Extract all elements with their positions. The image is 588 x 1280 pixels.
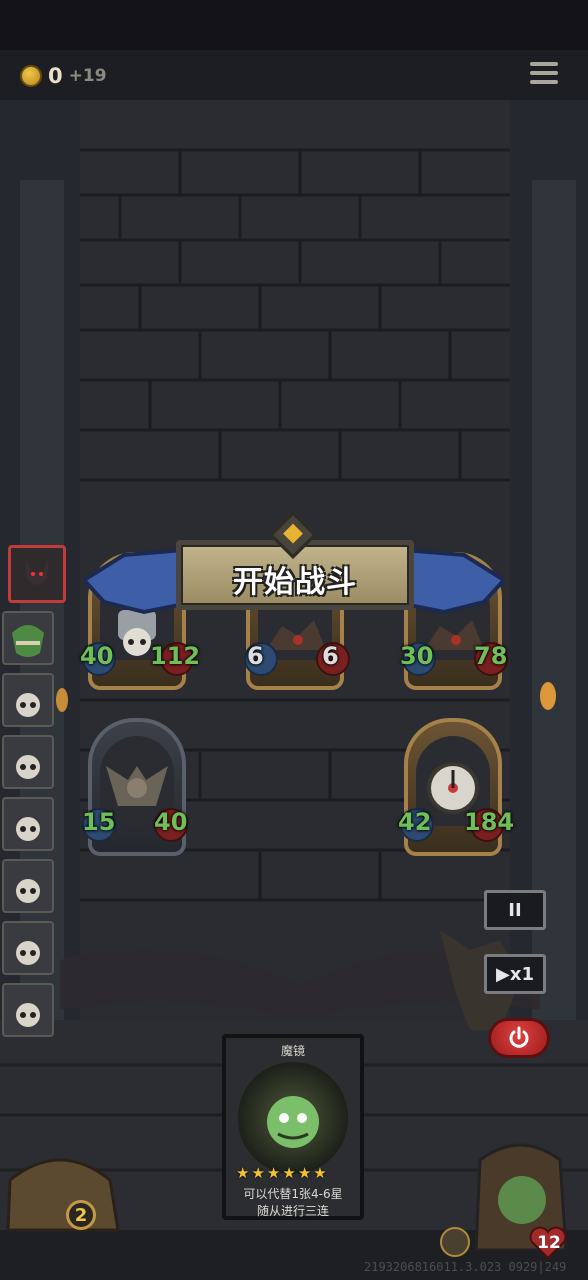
star-icon: ★ <box>313 1164 327 1182</box>
enemy-4-health: 40 <box>154 808 188 836</box>
enemy-2-health: 6 <box>322 642 339 670</box>
enemy-1-attack: 40 <box>80 642 114 670</box>
queue-portrait-skull-4 <box>2 859 54 913</box>
queue-portrait-skull-3 <box>2 797 54 851</box>
card-stars: ★ ★ ★ ★ ★ ★ <box>236 1164 327 1182</box>
enemy-5-attack: 42 <box>398 808 432 836</box>
queue-portrait-goblin <box>2 611 54 665</box>
star-icon: ★ <box>236 1164 250 1182</box>
star-icon: ★ <box>251 1164 265 1182</box>
enemy-1-health: 112 <box>150 642 201 670</box>
start-battle-title: 开始战斗 <box>233 565 357 600</box>
queue-portrait-skull-1 <box>2 673 54 727</box>
card-desc-line1: 可以代替1张4-6星 <box>243 1187 343 1201</box>
top-bar: 0 +19 <box>0 50 588 102</box>
coin-count: 0 <box>48 64 63 88</box>
card-art-mirror <box>238 1062 348 1174</box>
card-desc-line2: 随从进行三连 <box>256 1204 329 1218</box>
card-title: 魔镜 <box>280 1044 305 1058</box>
coin-icon <box>20 65 42 87</box>
enemy-3-attack: 30 <box>400 642 434 670</box>
enemy-4-attack: 15 <box>82 808 116 836</box>
star-icon: ★ <box>297 1164 312 1182</box>
queue-portrait-skull-2 <box>2 735 54 789</box>
power-button[interactable] <box>488 1018 550 1058</box>
queue-portrait-skull-5 <box>2 921 54 975</box>
speed-button[interactable]: ▶x1 <box>484 954 546 994</box>
star-icon: ★ <box>266 1164 281 1182</box>
queue-portrait-skull-6 <box>2 983 54 1037</box>
enemy-2-attack: 6 <box>247 642 264 670</box>
magic-mirror-card[interactable]: 魔镜 ★ ★ ★ ★ ★ ★ 可以代替1张4-6星 随从进行三连 <box>222 1034 364 1220</box>
power-icon <box>509 1026 529 1048</box>
star-icon: ★ <box>282 1164 296 1182</box>
chest-button[interactable] <box>8 1150 120 1232</box>
enemy-5-health: 184 <box>464 808 515 836</box>
version-text: 2193206816011.3.023 0929|249 <box>364 1260 567 1274</box>
coin-display: 0 +19 <box>20 64 107 88</box>
card-description: 可以代替1张4-6星 随从进行三连 <box>230 1186 356 1220</box>
menu-icon[interactable] <box>530 62 558 88</box>
enemy-3-health: 78 <box>474 642 508 670</box>
queue-portrait-active <box>8 545 66 603</box>
hero-health-value: 12 <box>537 1233 561 1253</box>
coin-bonus: +19 <box>68 66 107 86</box>
pause-button[interactable]: II <box>484 890 546 930</box>
